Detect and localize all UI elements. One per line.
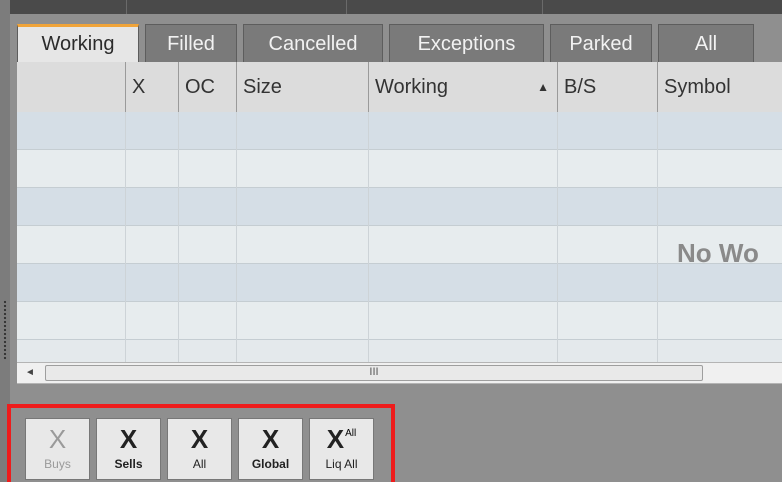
top-strip-segment (126, 0, 347, 14)
order-tabs: Working Filled Cancelled Exceptions Park… (17, 24, 782, 64)
tab-working[interactable]: Working (17, 24, 139, 64)
orders-grid: X OC Size Working ▲ B/S Symbol No Wo (17, 62, 782, 362)
col-header-working[interactable]: Working ▲ (368, 62, 557, 112)
col-header-size[interactable]: Size (236, 62, 368, 112)
col-header-x[interactable]: X (125, 62, 178, 112)
table-row[interactable] (17, 112, 782, 150)
grid-header: X OC Size Working ▲ B/S Symbol (17, 62, 782, 113)
tab-cancelled[interactable]: Cancelled (243, 24, 383, 62)
tab-exceptions[interactable]: Exceptions (389, 24, 544, 62)
scrollbar-thumb[interactable]: III (45, 365, 703, 381)
column-divider (236, 112, 237, 362)
top-panel-strip (0, 0, 782, 14)
col-header-bs[interactable]: B/S (557, 62, 657, 112)
column-divider (178, 112, 179, 362)
table-row[interactable] (17, 226, 782, 264)
column-divider (125, 112, 126, 362)
sort-ascending-icon: ▲ (537, 80, 549, 94)
table-row[interactable] (17, 188, 782, 226)
horizontal-scrollbar[interactable]: ◄ III (17, 362, 782, 384)
tab-all[interactable]: All (658, 24, 754, 62)
empty-grid-message: No Wo (677, 238, 759, 268)
top-strip-segment (0, 0, 127, 14)
scroll-left-arrow-icon[interactable]: ◄ (17, 363, 43, 383)
table-row[interactable] (17, 302, 782, 340)
column-divider (657, 112, 658, 362)
scrollbar-grip-icon: III (369, 366, 379, 378)
col-header-oc[interactable]: OC (178, 62, 236, 112)
col-header-working-label: Working (375, 76, 448, 98)
column-divider (368, 112, 369, 362)
splitter-grip-icon[interactable] (3, 300, 7, 360)
table-row[interactable] (17, 150, 782, 188)
col-header-symbol[interactable]: Symbol (657, 62, 782, 112)
tab-filled[interactable]: Filled (145, 24, 237, 62)
col-header-blank[interactable] (17, 62, 125, 112)
table-row[interactable] (17, 264, 782, 302)
top-strip-segment (346, 0, 543, 14)
tab-parked[interactable]: Parked (550, 24, 652, 62)
column-divider (557, 112, 558, 362)
highlight-box (7, 404, 395, 482)
